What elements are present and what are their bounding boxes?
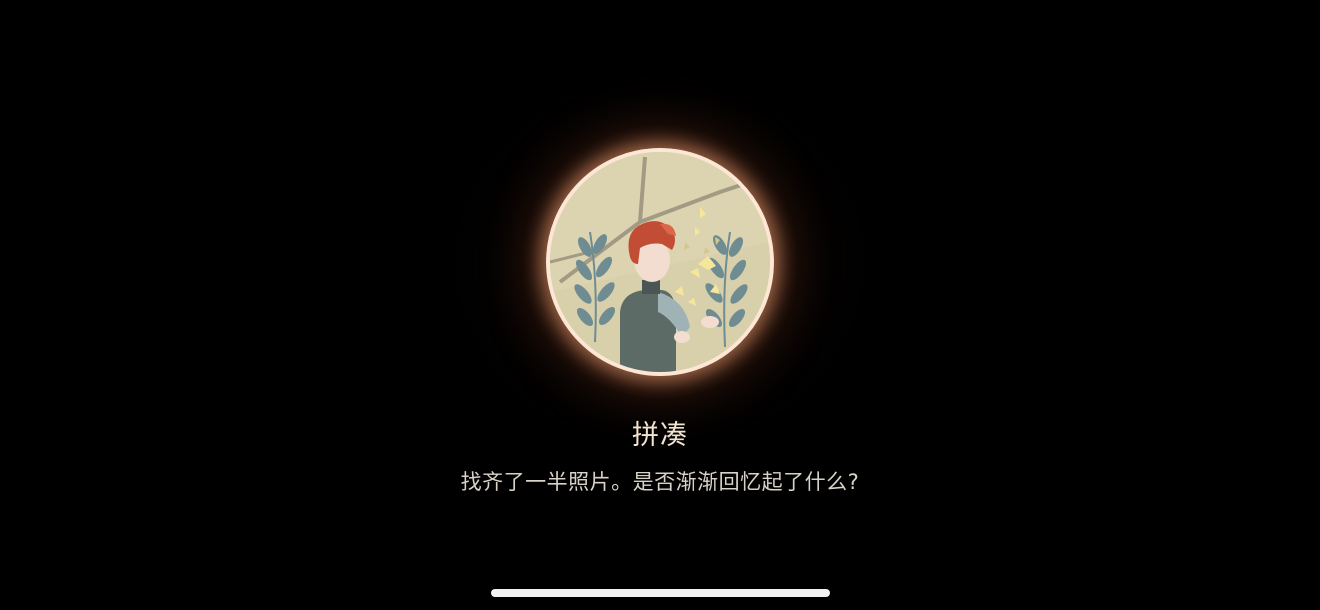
achievement-screen: 拼凑 找齐了一半照片。是否渐渐回忆起了什么?: [0, 0, 1320, 610]
achievement-badge: [546, 148, 774, 376]
achievement-description: 找齐了一半照片。是否渐渐回忆起了什么?: [460, 470, 860, 494]
achievement-badge-ring: [546, 148, 774, 376]
achievement-title: 拼凑: [632, 420, 688, 451]
home-indicator[interactable]: [491, 589, 830, 597]
boy-with-butterflies-illustration: [550, 152, 770, 372]
